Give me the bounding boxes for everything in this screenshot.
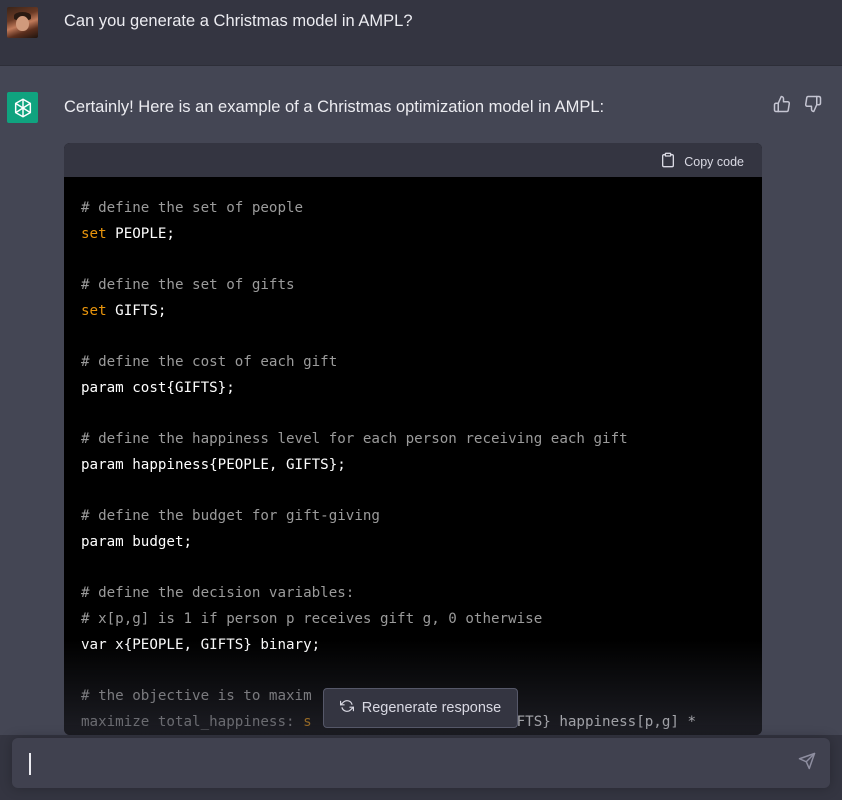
- composer-area: [0, 735, 842, 800]
- thumbs-up-icon[interactable]: [773, 95, 793, 115]
- message-input[interactable]: [28, 746, 772, 780]
- code-line: set PEOPLE;: [81, 225, 175, 242]
- code-line: # define the budget for gift-giving: [81, 508, 380, 525]
- code-line: # define the set of gifts: [81, 277, 295, 294]
- assistant-logo-icon: [7, 92, 38, 123]
- message-composer: [12, 738, 830, 788]
- assistant-intro-text: Certainly! Here is an example of a Chris…: [64, 98, 605, 116]
- code-line: # x[p,g] is 1 if person p receives gift …: [81, 611, 543, 627]
- user-avatar: [7, 7, 38, 38]
- code-line: # define the set of people: [81, 200, 304, 216]
- thumbs-down-icon[interactable]: [804, 95, 824, 115]
- clipboard-icon: [660, 152, 676, 171]
- user-message-row: Can you generate a Christmas model in AM…: [0, 0, 842, 66]
- code-line: # define the decision variables:: [81, 585, 355, 602]
- user-message-text: Can you generate a Christmas model in AM…: [64, 12, 413, 30]
- text-caret: [29, 753, 31, 775]
- code-line: param budget;: [81, 533, 193, 550]
- code-line: param cost{GIFTS};: [81, 379, 235, 396]
- code-block: Copy code # define the set of people set …: [64, 143, 762, 735]
- regenerate-response-button[interactable]: Regenerate response: [323, 688, 518, 728]
- code-content: # define the set of people set PEOPLE; # d…: [64, 177, 762, 735]
- send-button[interactable]: [798, 752, 818, 772]
- code-line: # define the happiness level for each pe…: [81, 431, 628, 448]
- code-line: var x{PEOPLE, GIFTS} binary;: [81, 636, 321, 653]
- copy-code-label: Copy code: [684, 154, 744, 169]
- code-line: set GIFTS;: [81, 302, 167, 319]
- regenerate-response-label: Regenerate response: [361, 700, 502, 716]
- code-block-header: Copy code: [64, 143, 762, 177]
- refresh-icon: [339, 699, 354, 717]
- send-icon: [798, 752, 816, 774]
- code-line: # define the cost of each gift: [81, 354, 338, 371]
- copy-code-button[interactable]: Copy code: [660, 152, 744, 171]
- code-line: param happiness{PEOPLE, GIFTS};: [81, 456, 346, 473]
